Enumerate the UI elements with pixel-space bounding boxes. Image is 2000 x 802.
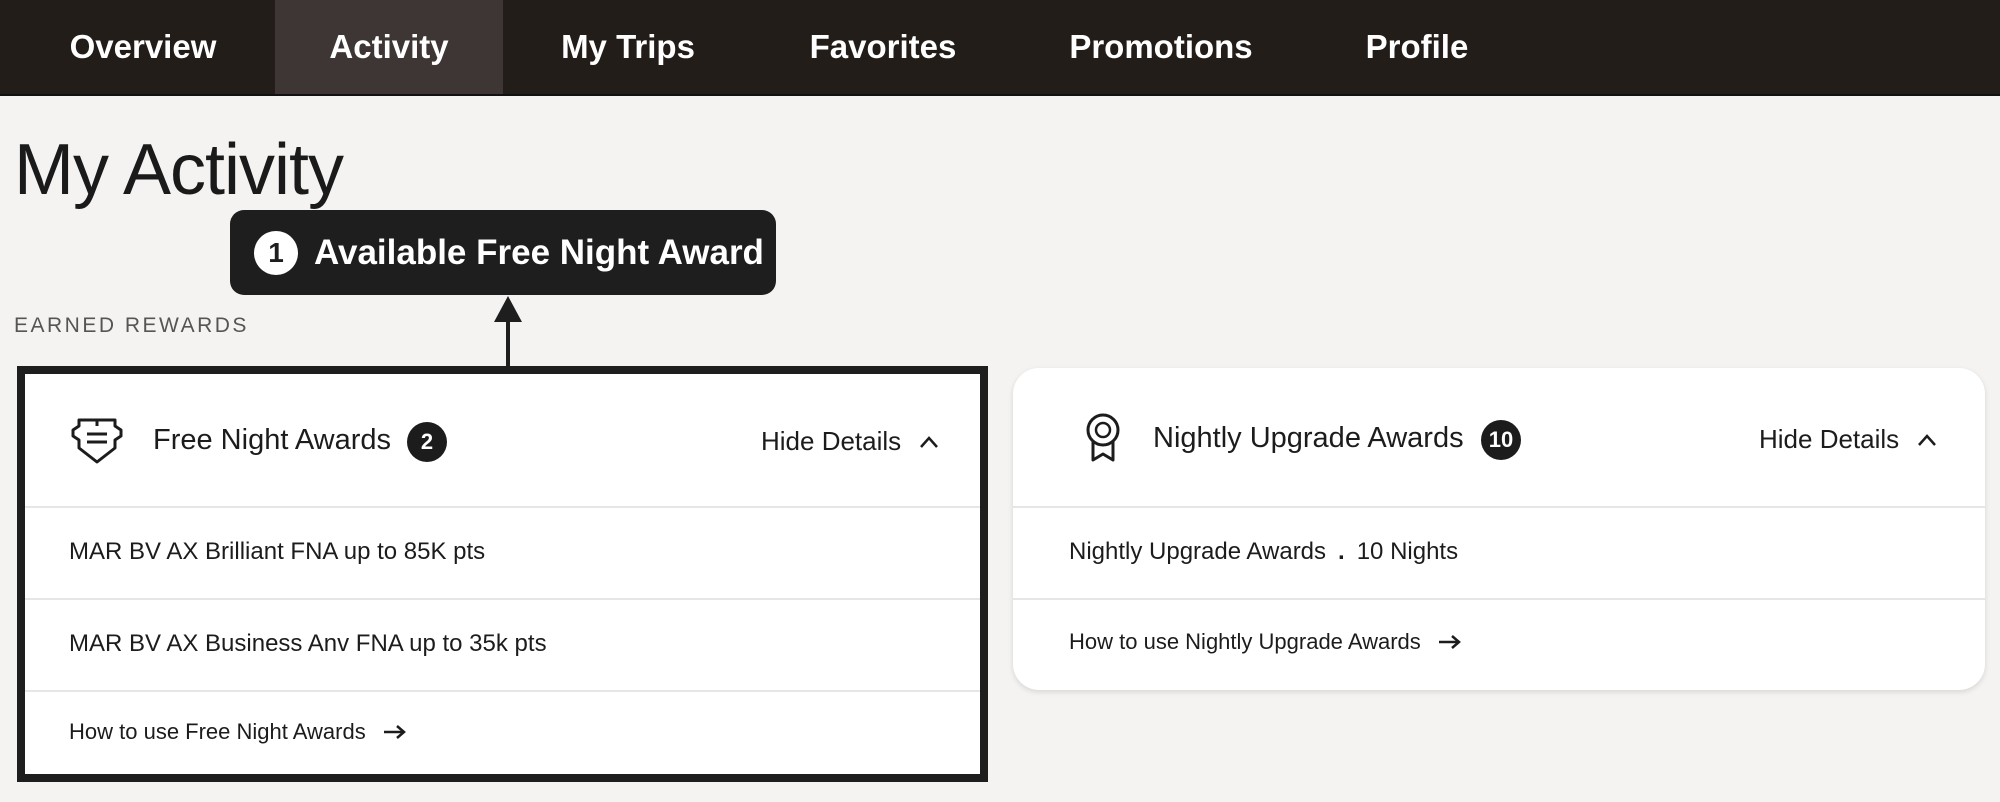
arrow-right-icon bbox=[1438, 635, 1461, 649]
callout-number: 1 bbox=[254, 230, 298, 275]
hide-details-label: Hide Details bbox=[761, 426, 902, 456]
callout-text: Available Free Night Award bbox=[314, 232, 764, 272]
how-to-use-upgrade-link[interactable]: How to use Nightly Upgrade Awards bbox=[1013, 598, 1985, 686]
tab-promotions[interactable]: Promotions bbox=[1050, 0, 1272, 94]
page-title: My Activity bbox=[14, 130, 344, 210]
list-item: Nightly Upgrade Awards . 10 Nights bbox=[1013, 506, 1985, 600]
hide-details-toggle[interactable]: Hide Details bbox=[761, 426, 939, 457]
card-header: Free Night Awards 2 Hide Details bbox=[25, 374, 980, 508]
section-label: EARNED REWARDS bbox=[14, 314, 249, 337]
arrow-right-icon bbox=[383, 725, 406, 739]
award-name: MAR BV AX Brilliant FNA up to 85K pts bbox=[69, 538, 486, 565]
tab-activity[interactable]: Activity bbox=[275, 0, 503, 94]
card-header: Nightly Upgrade Awards 10 Hide Details bbox=[1013, 368, 1985, 508]
link-label: How to use Free Night Awards bbox=[69, 719, 366, 744]
award-name: MAR BV AX Business Anv FNA up to 35k pts bbox=[69, 630, 547, 657]
tab-my-trips[interactable]: My Trips bbox=[530, 0, 726, 94]
count-badge: 10 bbox=[1481, 420, 1521, 460]
hide-details-label: Hide Details bbox=[1759, 424, 1900, 454]
card-title: Free Night Awards bbox=[153, 424, 392, 456]
tab-overview[interactable]: Overview bbox=[28, 0, 258, 94]
how-to-use-free-night-link[interactable]: How to use Free Night Awards bbox=[25, 690, 980, 774]
award-ribbon-icon bbox=[1086, 413, 1120, 462]
hide-details-toggle[interactable]: Hide Details bbox=[1759, 424, 1937, 455]
separator: . bbox=[1338, 538, 1345, 565]
tab-favorites[interactable]: Favorites bbox=[790, 0, 976, 94]
award-count: 10 Nights bbox=[1356, 538, 1459, 565]
callout-arrow-line bbox=[506, 318, 510, 368]
link-label: How to use Nightly Upgrade Awards bbox=[1069, 629, 1421, 654]
chevron-up-icon bbox=[1918, 433, 1937, 446]
card-title: Nightly Upgrade Awards bbox=[1153, 422, 1464, 454]
tab-profile[interactable]: Profile bbox=[1340, 0, 1494, 94]
annotation-callout: 1 Available Free Night Award bbox=[230, 210, 776, 295]
award-name: Nightly Upgrade Awards bbox=[1069, 538, 1327, 565]
list-item: MAR BV AX Business Anv FNA up to 35k pts bbox=[25, 598, 980, 692]
free-night-awards-card: Free Night Awards 2 Hide Details MAR BV … bbox=[17, 366, 988, 782]
chevron-up-icon bbox=[920, 435, 939, 448]
top-nav: Overview Activity My Trips Favorites Pro… bbox=[0, 0, 2000, 96]
count-badge: 2 bbox=[407, 422, 447, 462]
certificate-icon bbox=[71, 418, 123, 464]
nightly-upgrade-awards-card: Nightly Upgrade Awards 10 Hide Details N… bbox=[1013, 368, 1985, 690]
list-item: MAR BV AX Brilliant FNA up to 85K pts bbox=[25, 506, 980, 600]
